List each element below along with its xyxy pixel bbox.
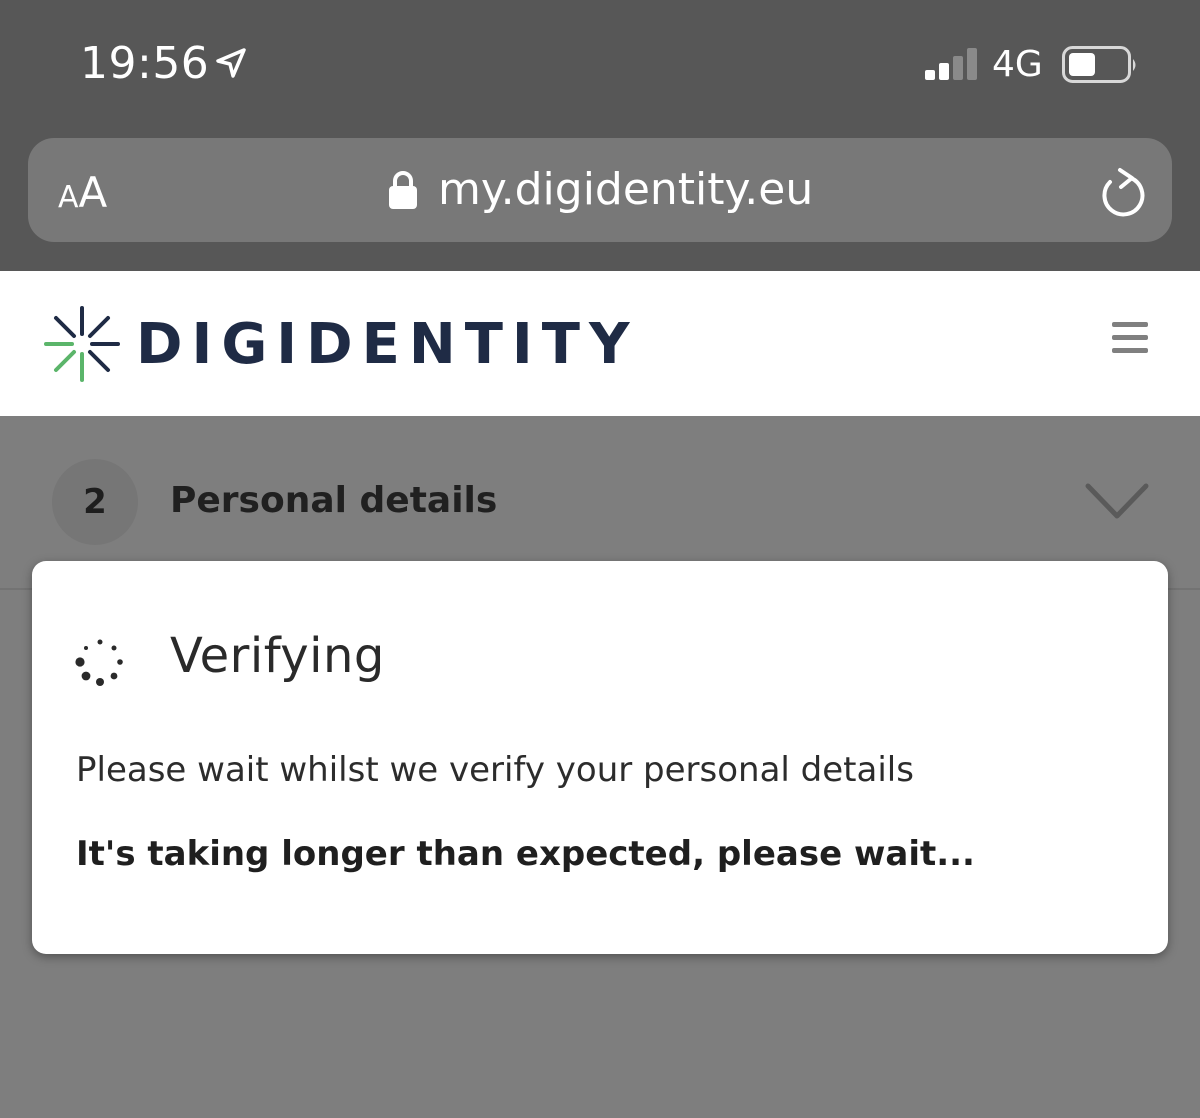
- url-text[interactable]: my.digidentity.eu: [438, 164, 813, 215]
- text-size-large-letter: A: [78, 168, 108, 217]
- location-arrow-icon: [214, 46, 248, 85]
- brand-wordmark[interactable]: DIGIDENTITY: [136, 312, 639, 377]
- dialog-title: Verifying: [170, 628, 385, 684]
- status-time: 19:56: [80, 38, 210, 89]
- spinner-icon: [74, 636, 126, 693]
- dialog-delay-notice: It's taking longer than expected, please…: [76, 834, 975, 874]
- dialog-message: Please wait whilst we verify your person…: [76, 750, 914, 790]
- network-type: 4G: [992, 44, 1043, 85]
- lock-icon: [388, 170, 418, 215]
- text-size-button[interactable]: AA: [58, 168, 107, 217]
- chevron-down-icon: [1084, 482, 1150, 527]
- cellular-signal-icon: [925, 48, 981, 87]
- reload-icon[interactable]: [1098, 166, 1148, 225]
- step-number-badge: 2: [52, 459, 138, 545]
- text-size-small-letter: A: [58, 180, 79, 215]
- digidentity-logo-icon[interactable]: [42, 304, 122, 389]
- battery-icon: [1062, 46, 1140, 89]
- hamburger-menu-icon[interactable]: [1112, 322, 1150, 359]
- step-title: Personal details: [170, 480, 498, 521]
